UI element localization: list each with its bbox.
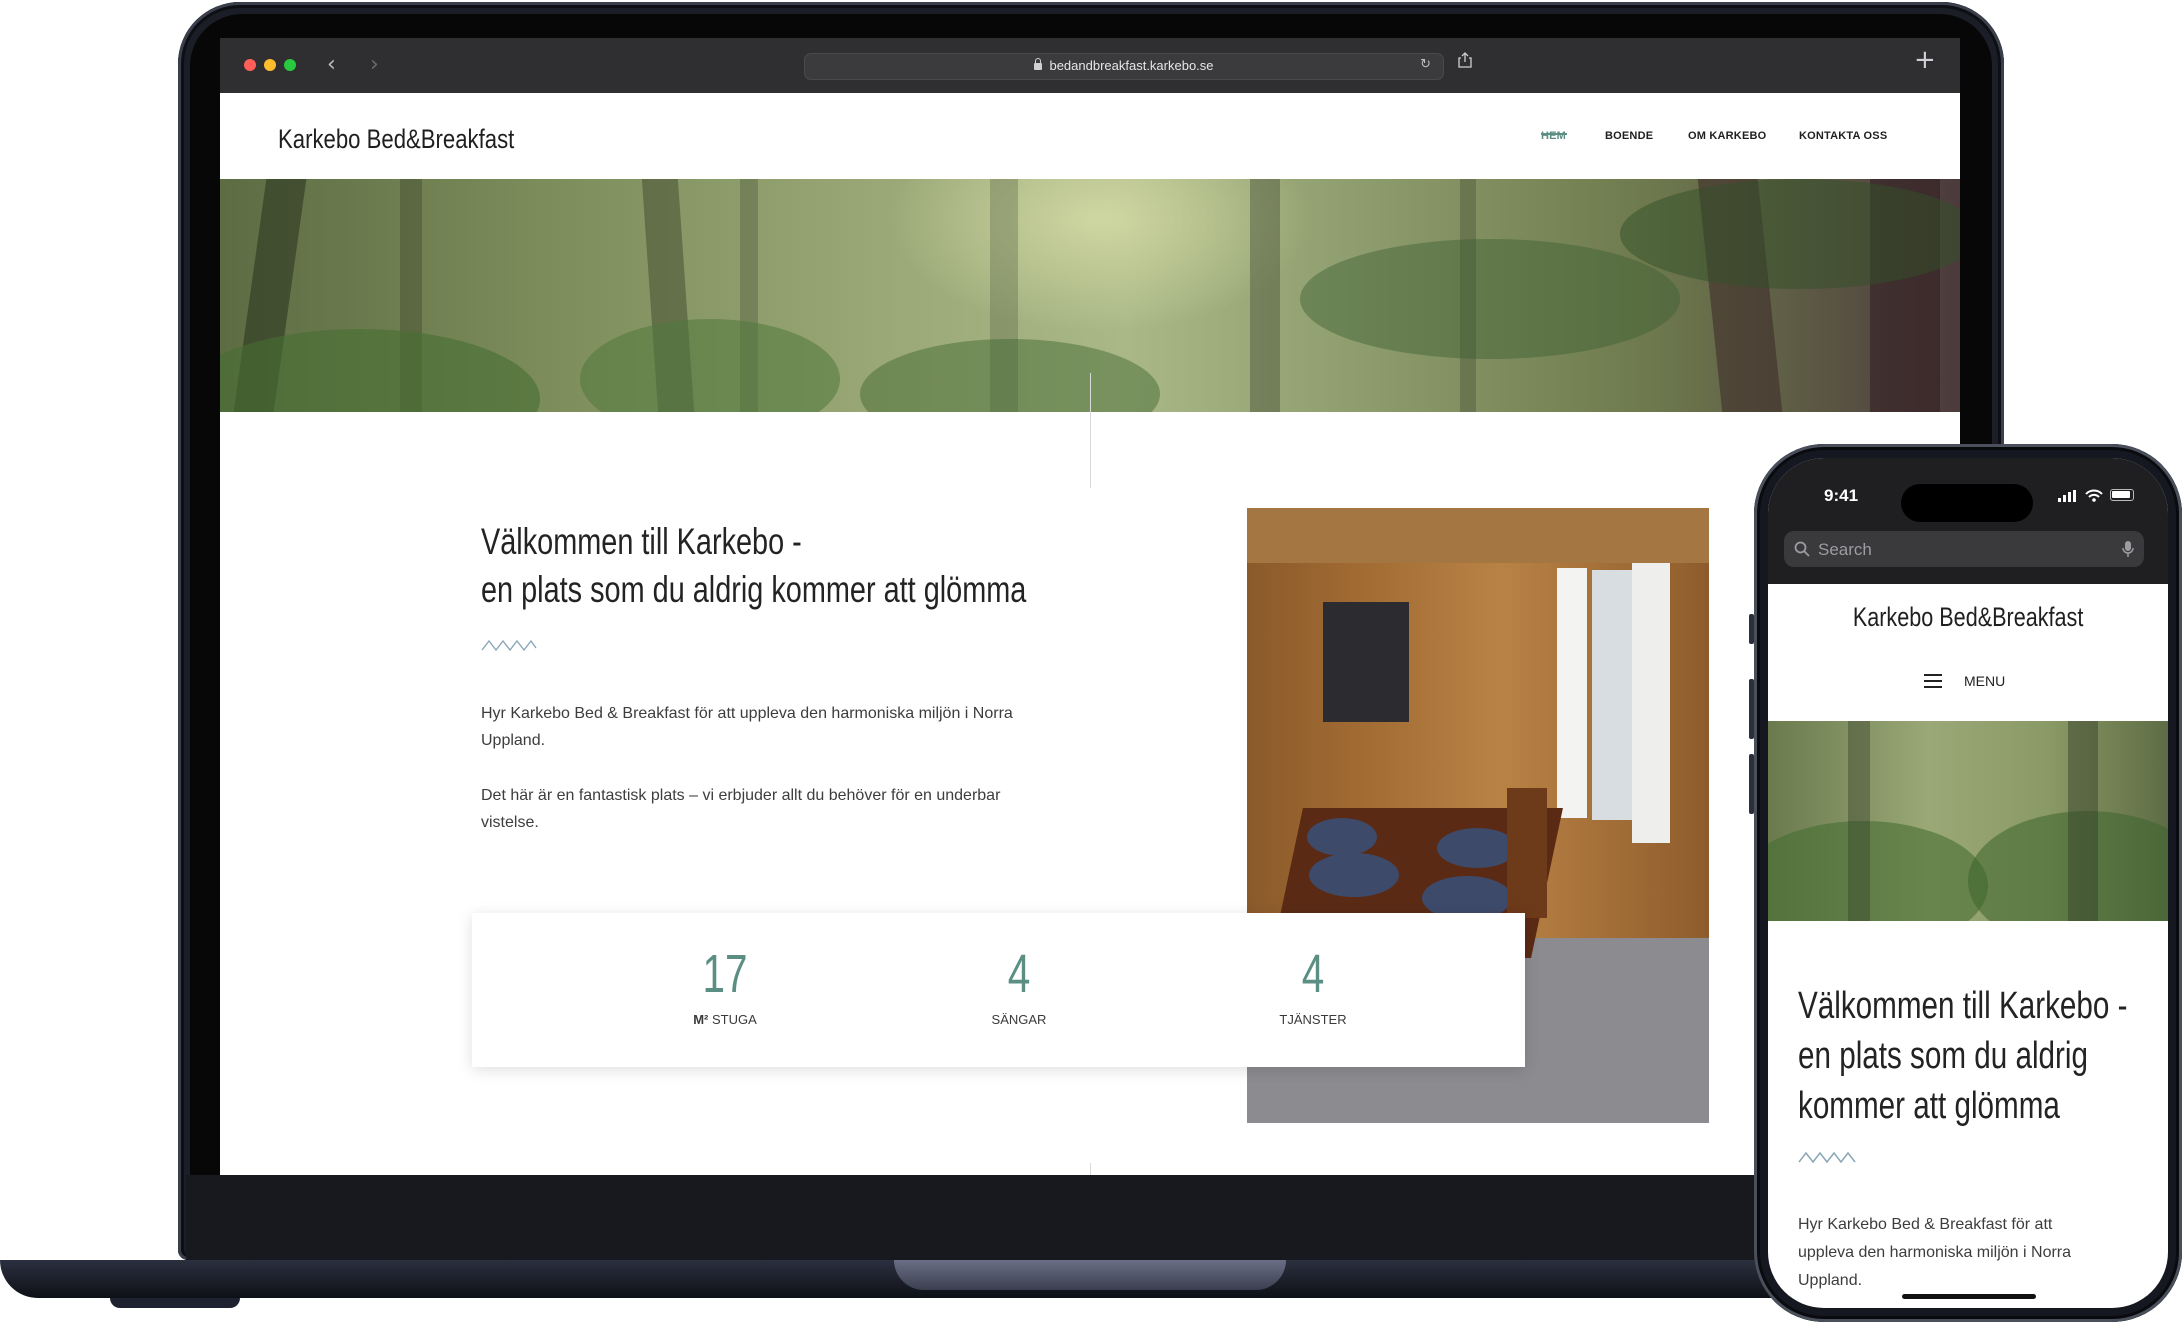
stat-value: 17 xyxy=(702,944,748,1004)
intro-paragraph: Hyr Karkebo Bed & Breakfast för att uppl… xyxy=(481,705,1013,749)
browser-toolbar: ‹ › bedandbreakfast.karkebo.se ↻ + xyxy=(220,38,1960,93)
share-icon[interactable] xyxy=(1458,52,1472,68)
nav-item-om-karkebo[interactable]: OM KARKEBO xyxy=(1688,130,1766,142)
site-header: Karkebo Bed&Breakfast HEM BOENDE OM KARK… xyxy=(220,93,1960,179)
stat-value: 4 xyxy=(1301,944,1325,1004)
phone-site-logo[interactable]: Karkebo Bed&Breakfast xyxy=(1853,602,2084,633)
active-nav-underline xyxy=(1541,133,1567,135)
phone-side-button xyxy=(1749,754,1754,814)
phone-browser-top: 9:41 Search xyxy=(1768,458,2168,584)
welcome-heading-line2: en plats som du aldrig kommer att glömma xyxy=(481,569,1027,610)
back-arrow-icon[interactable]: ‹ xyxy=(327,52,336,77)
stat-label: SÄNGAR xyxy=(991,1012,1047,1027)
laptop-screen: ‹ › bedandbreakfast.karkebo.se ↻ + Karke… xyxy=(220,38,1960,1175)
stats-card: 17 M² STUGA 4 SÄNGAR 4 TJÄNSTER xyxy=(472,913,1525,1067)
phone-logo-wrap: Karkebo Bed&Breakfast xyxy=(1768,602,2168,633)
lock-icon xyxy=(1034,58,1043,70)
stat-label: M² STUGA xyxy=(693,1012,757,1027)
phone-search-bar[interactable]: Search xyxy=(1784,531,2144,567)
cellular-signal-icon xyxy=(2058,490,2076,502)
phone-welcome-heading: Välkommen till Karkebo - en plats som du… xyxy=(1798,985,2128,1127)
nav-item-hem[interactable]: HEM xyxy=(1541,130,1566,142)
address-bar[interactable]: bedandbreakfast.karkebo.se ↻ xyxy=(804,53,1444,80)
nav-item-boende[interactable]: BOENDE xyxy=(1605,130,1653,142)
phone-frame: 9:41 Search Karkebo Bed&Breakfast MENU V… xyxy=(1749,444,2182,1322)
stat-label: TJÄNSTER xyxy=(1279,1012,1347,1027)
home-indicator[interactable] xyxy=(1902,1294,2036,1299)
url-text: bedandbreakfast.karkebo.se xyxy=(1049,58,1214,73)
battery-icon xyxy=(2110,489,2134,501)
laptop-chin xyxy=(186,1175,1998,1263)
wall-poster xyxy=(1323,602,1409,722)
close-window-icon[interactable] xyxy=(244,59,256,71)
site-logo[interactable]: Karkebo Bed&Breakfast xyxy=(278,124,514,155)
welcome-heading-line1: Välkommen till Karkebo - xyxy=(481,521,802,562)
hamburger-icon xyxy=(1924,674,1942,688)
search-icon xyxy=(1794,541,1810,557)
laptop-hinge-notch xyxy=(894,1260,1286,1290)
zigzag-divider-icon xyxy=(1798,1151,1856,1164)
phone-intro-paragraph: Hyr Karkebo Bed & Breakfast för att uppl… xyxy=(1798,1216,2072,1289)
wifi-icon xyxy=(2085,489,2103,502)
divider-line xyxy=(1090,1163,1091,1175)
search-placeholder: Search xyxy=(1818,540,1872,559)
new-tab-icon[interactable]: + xyxy=(1914,45,1936,75)
maximize-window-icon[interactable] xyxy=(284,59,296,71)
forward-arrow-icon[interactable]: › xyxy=(370,52,379,77)
nav-item-kontakta-oss[interactable]: KONTAKTA OSS xyxy=(1799,130,1887,142)
minimize-window-icon[interactable] xyxy=(264,59,276,71)
phone-screen: 9:41 Search Karkebo Bed&Breakfast MENU V… xyxy=(1768,458,2168,1308)
phone-side-button xyxy=(1749,614,1754,644)
menu-label: MENU xyxy=(1964,673,2006,689)
phone-hero-forest-image xyxy=(1768,721,2168,921)
intro-paragraph-2: Det här är en fantastisk plats – vi erbj… xyxy=(481,787,1001,831)
zigzag-divider-icon xyxy=(481,639,537,652)
dynamic-island xyxy=(1901,484,2033,522)
divider-line xyxy=(1090,373,1091,488)
reload-icon[interactable]: ↻ xyxy=(1420,57,1431,72)
laptop-foot xyxy=(110,1298,240,1308)
phone-side-button xyxy=(1749,679,1754,739)
stat-value: 4 xyxy=(1007,944,1031,1004)
microphone-icon[interactable] xyxy=(2122,540,2134,558)
status-time: 9:41 xyxy=(1824,486,1859,505)
